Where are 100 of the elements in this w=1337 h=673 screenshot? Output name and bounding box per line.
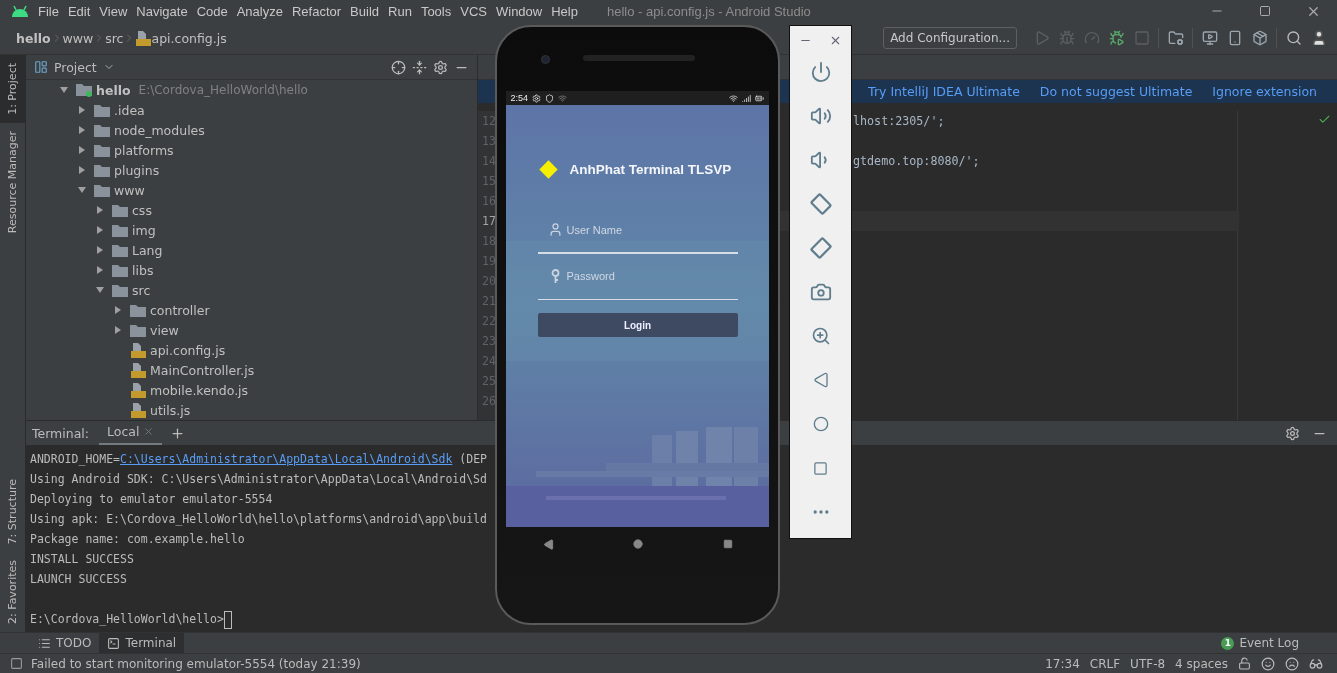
panel-title[interactable]: Project: [54, 59, 97, 75]
menu-item[interactable]: Help: [551, 3, 578, 19]
shield-icon: [545, 93, 555, 103]
zoom-icon[interactable]: [810, 326, 831, 346]
menu-item[interactable]: Analyze: [236, 3, 283, 19]
folder-icon: [112, 263, 128, 277]
tree-item[interactable]: hello: [96, 82, 131, 98]
rotate-right-icon[interactable]: [808, 236, 833, 260]
tree-item[interactable]: node_modules: [114, 122, 205, 138]
menu-item[interactable]: Refactor: [291, 3, 342, 19]
status-item[interactable]: 4 spaces: [1175, 656, 1228, 671]
menu-item[interactable]: Navigate: [136, 3, 188, 19]
tree-item[interactable]: www: [114, 182, 145, 198]
back-icon[interactable]: [542, 538, 554, 550]
module-folder-icon: [76, 83, 92, 97]
folder-icon: [112, 223, 128, 237]
overview-icon[interactable]: [813, 460, 828, 476]
banner-link[interactable]: Ignore extension: [1212, 84, 1317, 99]
menu-item[interactable]: Run: [388, 3, 412, 19]
user-icon: [547, 222, 563, 237]
folder-icon: [130, 303, 146, 317]
menu-item[interactable]: View: [99, 3, 128, 19]
terminal-icon: [107, 636, 121, 650]
tree-item[interactable]: libs: [132, 262, 154, 278]
recents-icon[interactable]: [722, 539, 733, 549]
tree-item[interactable]: platforms: [114, 142, 174, 158]
menu-item[interactable]: Tools: [420, 3, 452, 19]
rotate-left-icon[interactable]: [808, 192, 833, 216]
username-field[interactable]: User Name: [566, 221, 727, 238]
tool-window-tab[interactable]: 7: Structure: [0, 470, 25, 553]
code-line: gtdemo.top:8080/';: [853, 154, 980, 168]
settings-icon: [532, 93, 542, 103]
menu-item[interactable]: Window: [495, 3, 543, 19]
folder-icon: [94, 163, 110, 177]
tree-item[interactable]: css: [132, 202, 152, 218]
search-icon[interactable]: [1285, 30, 1302, 46]
status-icon: [10, 657, 23, 670]
maximize-icon[interactable]: [1259, 5, 1271, 17]
camera-icon[interactable]: [809, 281, 832, 303]
path-link[interactable]: C:\Users\Administrator\AppData\Local\Android\Sdk: [120, 452, 453, 466]
tool-window-tab[interactable]: 1: Project: [0, 55, 25, 123]
back-icon[interactable]: [812, 372, 829, 388]
tree-item[interactable]: .idea: [114, 102, 145, 118]
folder-icon: [130, 323, 146, 337]
login-button[interactable]: Login: [537, 313, 738, 337]
tree-item[interactable]: plugins: [114, 162, 160, 178]
menu-item[interactable]: VCS: [460, 3, 487, 19]
home-icon[interactable]: [812, 416, 829, 432]
tree-item[interactable]: controller: [150, 302, 210, 318]
add-icon[interactable]: [170, 425, 186, 441]
close-icon[interactable]: [143, 426, 155, 437]
menu-item[interactable]: Build: [350, 3, 379, 19]
lock-icon[interactable]: [1238, 657, 1251, 670]
breadcrumb-item[interactable]: src: [105, 30, 124, 46]
banner-link[interactable]: Do not suggest Ultimate: [1039, 84, 1193, 99]
volume-up-icon[interactable]: [809, 105, 832, 127]
status-item[interactable]: UTF-8: [1130, 656, 1166, 671]
tree-item[interactable]: utils.js: [150, 402, 191, 418]
status-message: Failed to start monitoring emulator-5554 (today 21:39): [31, 656, 361, 671]
inspector-icon[interactable]: [1309, 656, 1323, 671]
project-path: E:\Cordova_HelloWorld\hello: [138, 83, 308, 97]
menu-item[interactable]: Code: [196, 3, 228, 19]
folder-icon: [94, 103, 110, 117]
tool-window-tab[interactable]: TODO: [30, 632, 100, 654]
status-item[interactable]: 17:34: [1045, 656, 1080, 671]
locate-icon[interactable]: [391, 59, 406, 75]
js-file-icon: [130, 362, 146, 378]
banner-link[interactable]: Try IntelliJ IDEA Ultimate: [868, 84, 1020, 99]
home-icon[interactable]: [633, 539, 643, 549]
event-log-link[interactable]: Event Log: [1239, 636, 1299, 650]
breadcrumb-item[interactable]: api.config.js: [151, 30, 227, 46]
frown-icon[interactable]: [1285, 656, 1299, 671]
smile-icon[interactable]: [1261, 656, 1275, 671]
password-field[interactable]: Password: [566, 268, 727, 284]
settings-icon[interactable]: [1285, 425, 1300, 441]
tree-item[interactable]: MainController.js: [150, 362, 255, 378]
tool-window-tab[interactable]: Terminal: [99, 632, 185, 654]
menu-item[interactable]: Edit: [67, 3, 91, 19]
tree-item[interactable]: img: [132, 222, 156, 238]
terminal-prompt: E:\Cordova_HelloWorld\hello>: [30, 612, 224, 626]
tree-item[interactable]: mobile.kendo.js: [150, 382, 249, 398]
menu-item[interactable]: File: [38, 3, 59, 19]
power-icon[interactable]: [809, 61, 832, 83]
status-item[interactable]: CRLF: [1089, 656, 1121, 671]
tree-item[interactable]: Lang: [132, 242, 163, 258]
settings-icon[interactable]: [433, 59, 448, 75]
monitor-icon[interactable]: [1201, 30, 1218, 46]
tree-item[interactable]: view: [150, 322, 179, 338]
breadcrumb-item[interactable]: www: [62, 30, 94, 46]
tool-window-tab[interactable]: 2: Favorites: [0, 552, 25, 632]
collapse-icon[interactable]: [412, 59, 427, 75]
folder-icon[interactable]: [1167, 30, 1184, 46]
tree-item[interactable]: api.config.js: [150, 342, 226, 358]
breadcrumb-item[interactable]: hello: [16, 30, 51, 46]
tool-window-tab[interactable]: Resource Manager: [0, 122, 25, 241]
bug-icon[interactable]: [1108, 30, 1125, 46]
folder-icon: [112, 283, 128, 297]
tree-item[interactable]: src: [132, 282, 151, 298]
add-configuration-button[interactable]: Add Configuration...: [883, 27, 1017, 49]
package-icon[interactable]: [1251, 30, 1268, 46]
